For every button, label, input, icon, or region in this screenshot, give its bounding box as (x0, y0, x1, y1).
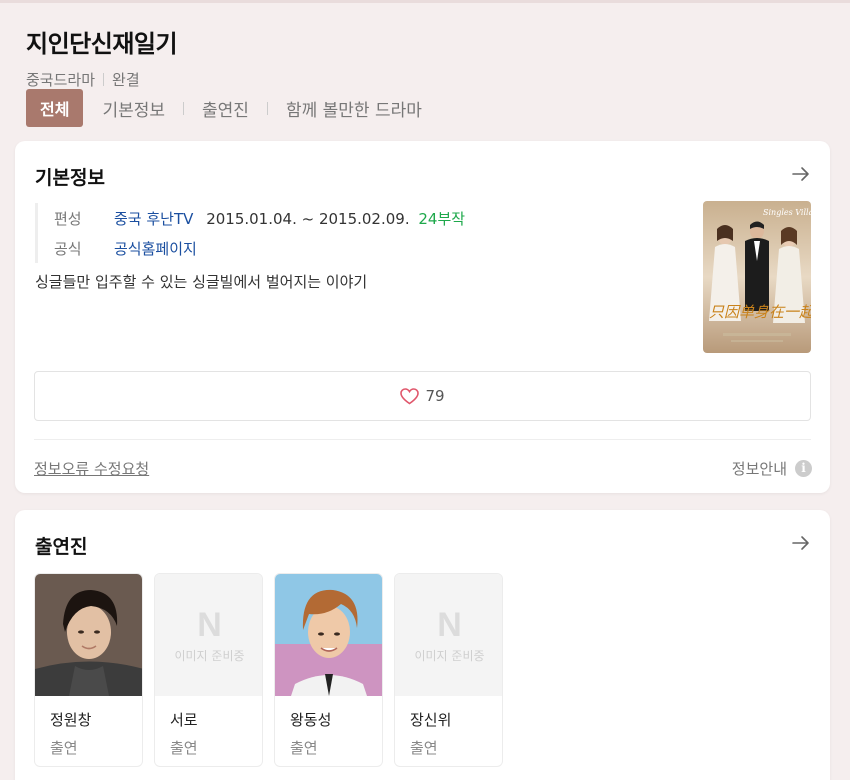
cast-name: 왕동성 (290, 711, 332, 729)
basic-info-card: 기본정보 편성 중국 후난TV 2015.01.04. ~ 2015.02.09… (15, 141, 830, 493)
report-error-link[interactable]: 정보오류 수정요청 (34, 458, 149, 479)
info-row-broadcast: 편성 중국 후난TV 2015.01.04. ~ 2015.02.09. 24부… (54, 203, 465, 233)
heart-icon (400, 387, 420, 404)
status-label: 완결 (112, 71, 140, 89)
info-value-broadcast: 중국 후난TV 2015.01.04. ~ 2015.02.09. 24부작 (114, 208, 465, 229)
placeholder-text: 이미지 준비중 (414, 649, 485, 663)
cast-member[interactable]: 정원창 출연 (34, 573, 143, 767)
tab-divider (183, 101, 185, 115)
page-title: 지인단신재일기 (26, 30, 178, 58)
info-row-official: 공식 공식홈페이지 (54, 233, 465, 263)
cast-name: 서로 (170, 711, 198, 729)
cast-photo (275, 574, 382, 696)
poster-title-en: Singles Villa (763, 208, 811, 217)
info-icon: i (795, 460, 812, 477)
like-count: 79 (425, 387, 445, 405)
cast-name: 정원창 (50, 711, 92, 729)
cast-role: 출연 (290, 739, 318, 757)
cast-photo-placeholder: N 이미지 준비중 (155, 574, 262, 696)
top-border (0, 0, 850, 3)
cast-photo-placeholder: N 이미지 준비중 (395, 574, 502, 696)
cast-role: 출연 (50, 739, 78, 757)
arrow-right-icon[interactable] (790, 163, 812, 185)
tab-related-dramas[interactable]: 함께 볼만한 드라마 (284, 96, 424, 121)
info-key-broadcast: 편성 (54, 209, 82, 228)
cast-list: 정원창 출연 N 이미지 준비중 서로 출연 왕동성 출연 N 이미지 준비중 … (34, 573, 503, 767)
cast-member[interactable]: N 이미지 준비중 장신위 출연 (394, 573, 503, 767)
tab-cast[interactable]: 출연진 (200, 96, 251, 121)
poster-title-cn: 只因单身在一起 (709, 303, 811, 321)
synopsis: 싱글들만 입주할 수 있는 싱글빌에서 벌어지는 이야기 (35, 273, 368, 291)
placeholder-logo-icon: N (197, 606, 222, 644)
subtitle: 중국드라마 완결 (26, 69, 830, 90)
placeholder-text: 이미지 준비중 (174, 649, 245, 663)
tab-all[interactable]: 전체 (26, 89, 84, 127)
subtitle-divider (103, 73, 105, 86)
cast-name: 장신위 (410, 711, 452, 729)
placeholder-logo-icon: N (437, 606, 462, 644)
cast-card: 출연진 정원창 출연 N 이미지 준비중 서로 출연 왕동성 출연 N 이미지 … (15, 510, 830, 780)
tab-basic-info[interactable]: 기본정보 (100, 96, 167, 121)
tab-bar: 전체 기본정보 출연진 함께 볼만한 드라마 (26, 89, 424, 127)
tab-divider (266, 101, 268, 115)
cast-role: 출연 (170, 739, 198, 757)
cast-role: 출연 (410, 739, 438, 757)
like-button[interactable]: 79 (34, 371, 811, 421)
tab-divider (91, 102, 92, 115)
divider (34, 439, 811, 440)
cast-member[interactable]: 왕동성 출연 (274, 573, 383, 767)
basic-info-heading: 기본정보 (35, 167, 105, 189)
info-key-official: 공식 (54, 239, 82, 258)
genre-label: 중국드라마 (26, 71, 96, 89)
page-header: 지인단신재일기 중국드라마 완결 (26, 24, 830, 90)
poster-image[interactable]: Singles Villa 只因单身在一起 (703, 201, 811, 353)
info-list: 편성 중국 후난TV 2015.01.04. ~ 2015.02.09. 24부… (35, 203, 465, 263)
channel-link[interactable]: 중국 후난TV (114, 210, 193, 228)
cast-member[interactable]: N 이미지 준비중 서로 출연 (154, 573, 263, 767)
cast-heading: 출연진 (35, 536, 88, 558)
info-guide-label: 정보안내 (731, 460, 787, 478)
episode-count: 24부작 (418, 209, 466, 228)
broadcast-dates: 2015.01.04. ~ 2015.02.09. (206, 209, 410, 228)
official-homepage-link[interactable]: 공식홈페이지 (114, 238, 197, 259)
info-guide-button[interactable]: 정보안내 i (732, 458, 812, 479)
arrow-right-icon[interactable] (790, 532, 812, 554)
cast-photo (35, 574, 142, 696)
